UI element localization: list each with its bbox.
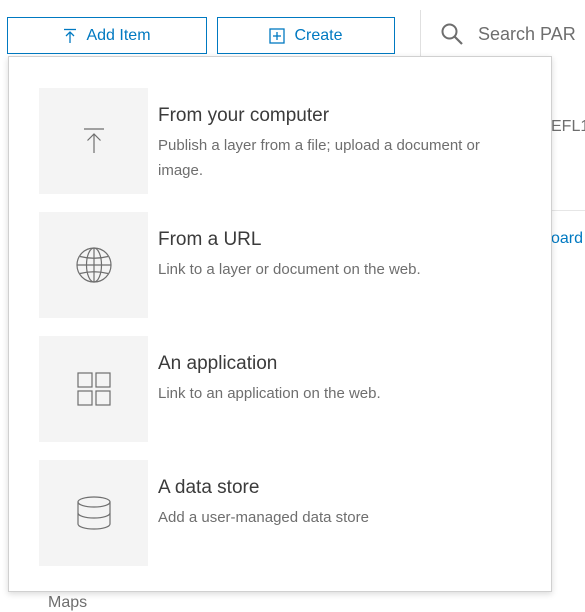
create-button[interactable]: Create: [217, 17, 395, 54]
option-title: A data store: [158, 477, 260, 498]
background-link[interactable]: oard: [551, 230, 583, 248]
option-title: From your computer: [158, 105, 330, 126]
background-maps-label: Maps: [48, 594, 88, 611]
search-input[interactable]: [478, 23, 585, 45]
background-divider: [552, 210, 585, 211]
option-application[interactable]: An application Link to an application on…: [39, 336, 539, 442]
option-data-store[interactable]: A data store Add a user-managed data sto…: [39, 460, 539, 566]
globe-icon: [75, 247, 112, 283]
upload-icon: [64, 28, 77, 43]
option-description: Link to an application on the web.: [158, 385, 381, 402]
upload-icon: [83, 128, 104, 153]
option-title: An application: [158, 353, 278, 374]
option-tile: [39, 88, 148, 194]
option-description: Add a user-managed data store: [158, 509, 369, 526]
toolbar-divider: [420, 10, 421, 60]
create-label: Create: [294, 26, 343, 44]
search-icon[interactable]: [440, 22, 464, 46]
add-item-button[interactable]: Add Item: [7, 17, 207, 54]
plus-square-icon: [269, 27, 286, 44]
option-title: From a URL: [158, 229, 262, 250]
option-tile: [39, 336, 148, 442]
add-item-label: Add Item: [86, 26, 151, 44]
grid-icon: [76, 372, 111, 406]
search-bar: [440, 22, 585, 46]
option-tile: [39, 460, 148, 566]
option-description: Link to a layer or document on the web.: [158, 261, 421, 278]
database-icon: [76, 496, 111, 530]
option-description: Publish a layer from a file; upload a do…: [158, 137, 480, 179]
background-item-code: EFL1(: [551, 118, 585, 135]
add-item-menu: From your computer Publish a layer from …: [8, 56, 552, 592]
option-from-computer[interactable]: From your computer Publish a layer from …: [39, 88, 539, 194]
option-from-url[interactable]: From a URL Link to a layer or document o…: [39, 212, 539, 318]
option-tile: [39, 212, 148, 318]
